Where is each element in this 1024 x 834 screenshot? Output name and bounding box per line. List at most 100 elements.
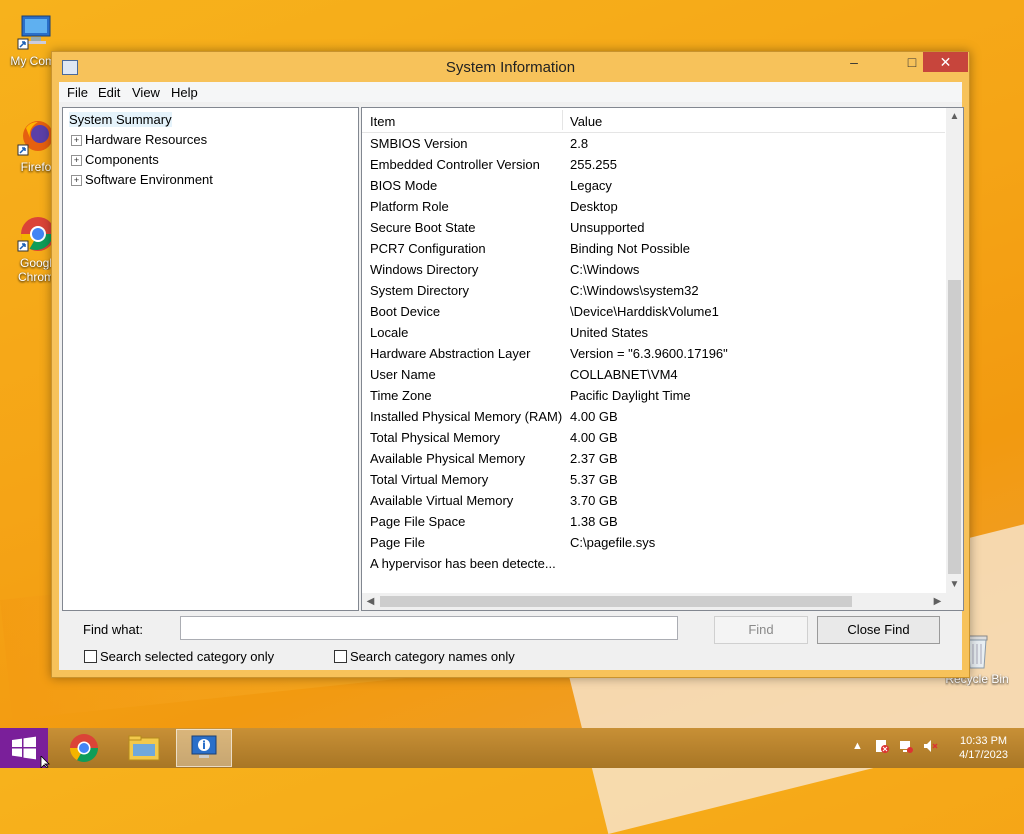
title-bar[interactable]: System Information – □ ✕	[52, 52, 969, 82]
row-value: 4.00 GB	[570, 409, 618, 424]
horizontal-scrollbar[interactable]: ◀ ▶	[362, 593, 946, 610]
scroll-left-icon[interactable]: ◀	[362, 593, 379, 610]
row-value: C:\Windows	[570, 262, 640, 277]
chrome-icon	[16, 214, 56, 254]
tree-item-system-summary[interactable]: System Summary	[69, 112, 172, 127]
checkbox-label: Search selected category only	[100, 649, 275, 664]
tree-item-components[interactable]: + Components	[71, 152, 159, 167]
checkbox-icon[interactable]	[84, 650, 97, 664]
taskbar-chrome[interactable]	[56, 729, 112, 767]
find-button[interactable]: Find	[714, 616, 808, 644]
row-value: 2.37 GB	[570, 451, 618, 466]
list-row[interactable]: Hardware Abstraction Layer Version = "6.3…	[362, 343, 945, 364]
chrome-icon	[70, 734, 98, 762]
close-button[interactable]: ✕	[923, 52, 968, 72]
tree-item-label: Hardware Resources	[85, 132, 208, 147]
row-item: System Directory	[370, 283, 469, 298]
expand-icon[interactable]: +	[71, 155, 82, 167]
vertical-scrollbar[interactable]: ▲ ▼	[946, 108, 963, 593]
close-find-button[interactable]: Close Find	[817, 616, 940, 644]
list-row[interactable]: System Directory C:\Windows\system32	[362, 280, 945, 301]
minimize-button[interactable]: –	[841, 52, 867, 72]
find-what-input[interactable]	[180, 616, 678, 640]
row-value: C:\Windows\system32	[570, 283, 699, 298]
row-value: Desktop	[570, 199, 618, 214]
network-icon[interactable]	[898, 738, 914, 757]
list-row[interactable]: Available Physical Memory 2.37 GB	[362, 448, 945, 469]
list-row[interactable]: PCR7 Configuration Binding Not Possible	[362, 238, 945, 259]
row-value: Version = "6.3.9600.17196"	[570, 346, 728, 361]
tree-item-label: System Summary	[69, 112, 172, 127]
expand-icon[interactable]: +	[71, 175, 82, 187]
list-row[interactable]: Locale United States	[362, 322, 945, 343]
taskbar-clock[interactable]: 10:33 PM 4/17/2023	[959, 734, 1008, 762]
window-title: System Information	[445, 59, 576, 76]
list-row[interactable]: Boot Device \Device\HarddiskVolume1	[362, 301, 945, 322]
row-item: SMBIOS Version	[370, 136, 468, 151]
volume-muted-icon[interactable]	[922, 738, 938, 757]
list-row[interactable]: Total Physical Memory 4.00 GB	[362, 427, 945, 448]
tree-item-software-environment[interactable]: + Software Environment	[71, 172, 213, 187]
menu-file[interactable]: File	[67, 85, 88, 100]
row-value: COLLABNET\VM4	[570, 367, 678, 382]
list-row[interactable]: SMBIOS Version 2.8	[362, 133, 945, 154]
menu-edit[interactable]: Edit	[98, 85, 120, 100]
computer-icon	[16, 12, 56, 52]
tree-item-hardware-resources[interactable]: + Hardware Resources	[71, 132, 207, 147]
list-row[interactable]: Installed Physical Memory (RAM) 4.00 GB	[362, 406, 945, 427]
row-value: \Device\HarddiskVolume1	[570, 304, 719, 319]
search-category-names-checkbox[interactable]: Search category names only	[334, 649, 515, 664]
list-row[interactable]: User Name COLLABNET\VM4	[362, 364, 945, 385]
list-row[interactable]: Windows Directory C:\Windows	[362, 259, 945, 280]
menu-help[interactable]: Help	[171, 85, 198, 100]
row-item: Locale	[370, 325, 409, 340]
tree-item-label: Software Environment	[85, 172, 213, 187]
taskbar: ▲ 10:33 PM 4/17/2023	[0, 728, 1024, 768]
system-information-icon	[191, 735, 217, 758]
row-item: Installed Physical Memory (RAM)	[370, 409, 563, 424]
window-client-area: File Edit View Help System Summary + Hard…	[59, 82, 964, 670]
column-divider[interactable]	[562, 110, 563, 130]
column-header-value[interactable]: Value	[570, 114, 602, 129]
row-item: Page File	[370, 535, 425, 550]
row-item: Time Zone	[370, 388, 432, 403]
row-value: 2.8	[570, 136, 589, 151]
maximize-button[interactable]: □	[899, 52, 925, 72]
show-hidden-icons-icon[interactable]: ▲	[852, 740, 863, 752]
row-value: 5.37 GB	[570, 472, 618, 487]
taskbar-file-explorer[interactable]	[116, 729, 172, 767]
row-item: PCR7 Configuration	[370, 241, 486, 256]
menu-view[interactable]: View	[132, 85, 160, 100]
list-row[interactable]: Available Virtual Memory 3.70 GB	[362, 490, 945, 511]
list-row[interactable]: Time Zone Pacific Daylight Time	[362, 385, 945, 406]
column-header-item[interactable]: Item	[370, 114, 395, 129]
action-center-icon[interactable]	[874, 738, 890, 757]
row-item: Embedded Controller Version	[370, 157, 540, 172]
scroll-down-icon[interactable]: ▼	[946, 576, 963, 593]
row-value: 3.70 GB	[570, 493, 618, 508]
search-selected-category-checkbox[interactable]: Search selected category only	[84, 649, 274, 664]
taskbar-system-information[interactable]	[176, 729, 232, 767]
list-row[interactable]: Page File Space 1.38 GB	[362, 511, 945, 532]
list-row[interactable]: Embedded Controller Version 255.255	[362, 154, 945, 175]
horizontal-scroll-thumb[interactable]	[380, 596, 852, 607]
row-item: Available Physical Memory	[370, 451, 526, 466]
clock-time: 10:33 PM	[959, 735, 1008, 747]
list-row[interactable]: Secure Boot State Unsupported	[362, 217, 945, 238]
row-item: Boot Device	[370, 304, 441, 319]
file-explorer-icon	[128, 735, 160, 761]
vertical-scroll-thumb[interactable]	[948, 280, 961, 574]
category-tree: System Summary + Hardware Resources + Comp…	[62, 107, 359, 611]
firefox-icon	[16, 118, 56, 158]
expand-icon[interactable]: +	[71, 135, 82, 147]
list-row[interactable]: Total Virtual Memory 5.37 GB	[362, 469, 945, 490]
checkbox-icon[interactable]	[334, 650, 347, 664]
row-value: 1.38 GB	[570, 514, 618, 529]
row-item: A hypervisor has been detecte...	[370, 556, 556, 571]
scroll-up-icon[interactable]: ▲	[946, 108, 963, 125]
list-row[interactable]: Page File C:\pagefile.sys	[362, 532, 945, 553]
scroll-right-icon[interactable]: ▶	[929, 593, 946, 610]
list-row[interactable]: Platform Role Desktop	[362, 196, 945, 217]
list-row[interactable]: BIOS Mode Legacy	[362, 175, 945, 196]
list-row[interactable]: A hypervisor has been detecte...	[362, 553, 945, 574]
